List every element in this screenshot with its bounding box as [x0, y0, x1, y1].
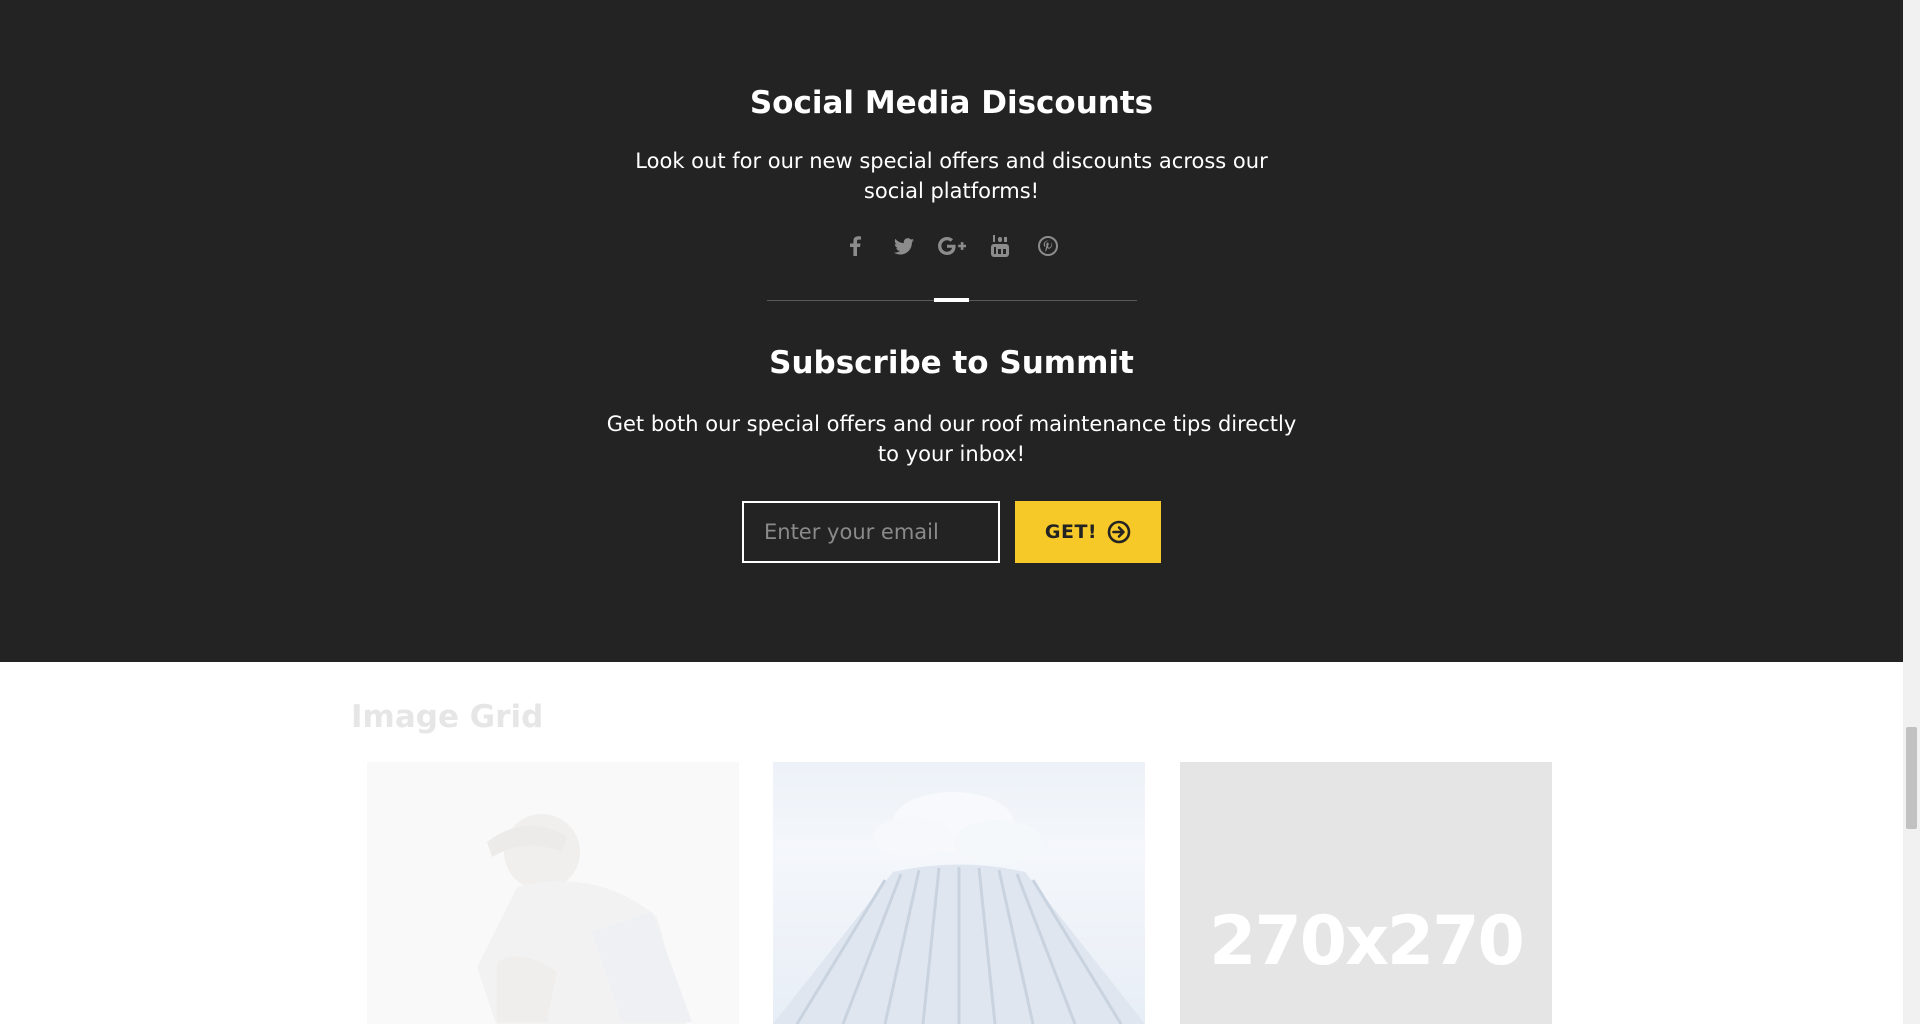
- google-plus-icon[interactable]: [937, 232, 966, 260]
- social-subscribe-section: Social Media Discounts Look out for our …: [0, 0, 1903, 662]
- section-divider-accent: [934, 298, 969, 302]
- subscribe-title: Subscribe to Summit: [769, 345, 1134, 381]
- roofer-photo: [477, 814, 692, 1024]
- youtube-icon[interactable]: [986, 232, 1014, 260]
- metal-roof-photo: [773, 792, 1145, 1024]
- scrollbar-thumb[interactable]: [1906, 727, 1917, 829]
- social-subtitle-line1: Look out for our new special offers and …: [635, 149, 1268, 173]
- scrollbar-track[interactable]: [1903, 0, 1920, 1024]
- arrow-circle-right-icon: [1107, 520, 1131, 544]
- twitter-icon[interactable]: [890, 232, 918, 260]
- email-input[interactable]: [742, 501, 1000, 563]
- social-subtitle-line2: social platforms!: [863, 179, 1040, 203]
- subscribe-subtitle: Get both our special offers and our roof…: [0, 409, 1903, 469]
- placeholder-label: 270x270: [1209, 902, 1525, 981]
- get-button[interactable]: GET!: [1015, 501, 1161, 563]
- social-icons: [0, 232, 1903, 260]
- pinterest-icon[interactable]: [1034, 232, 1062, 260]
- social-title: Social Media Discounts: [749, 85, 1154, 121]
- subscribe-subtitle-line2: to your inbox!: [877, 442, 1026, 466]
- social-subtitle: Look out for our new special offers and …: [0, 146, 1903, 206]
- image-grid-title: Image Grid: [351, 699, 544, 735]
- grid-image-roofer[interactable]: [367, 762, 739, 1024]
- grid-image-metal-roof[interactable]: [773, 762, 1145, 1024]
- grid-image-placeholder[interactable]: 270x270: [1180, 762, 1552, 1024]
- facebook-icon[interactable]: [842, 232, 870, 260]
- subscribe-subtitle-line1: Get both our special offers and our roof…: [606, 412, 1297, 436]
- get-button-label: GET!: [1044, 521, 1098, 543]
